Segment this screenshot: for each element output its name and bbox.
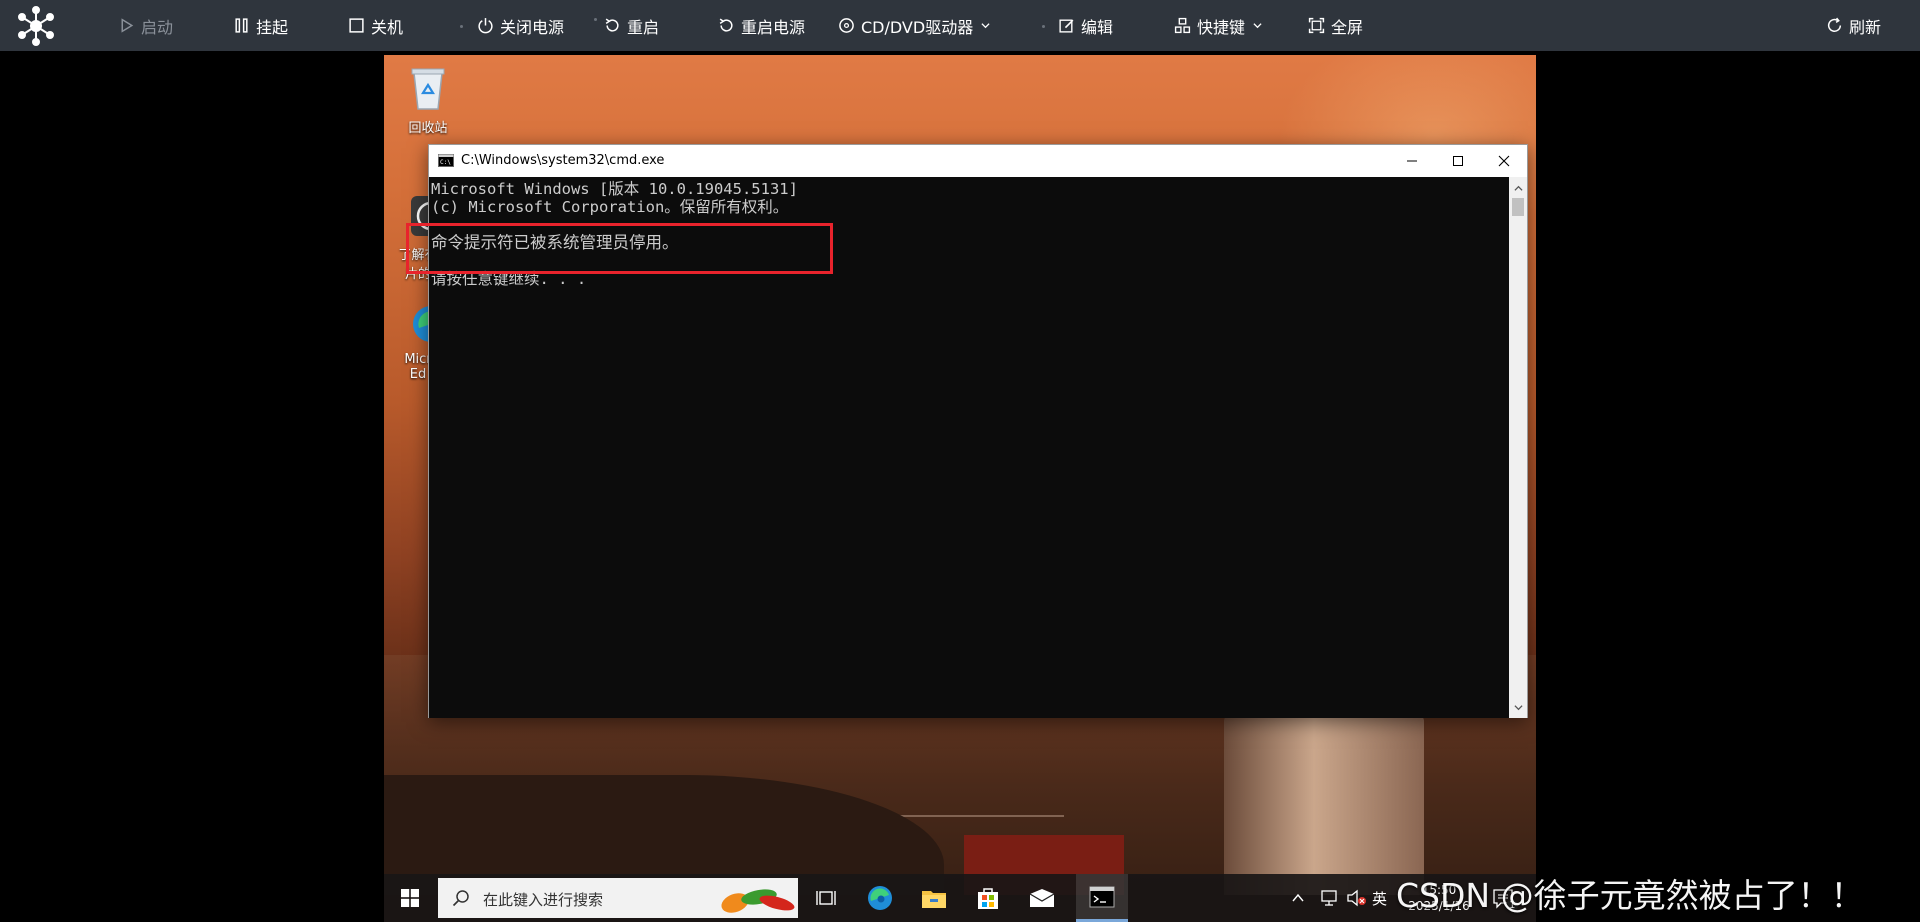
toolbar-separator xyxy=(460,25,463,28)
console-line: (c) Microsoft Corporation。保留所有权利。 xyxy=(431,198,789,216)
recycle-bin-icon xyxy=(411,68,445,110)
square-icon xyxy=(349,18,364,33)
edge-icon xyxy=(868,886,892,910)
close-icon xyxy=(1498,155,1510,167)
tray-ime-indicator[interactable]: 英 xyxy=(1372,874,1387,922)
remote-desktop-screen[interactable]: 回收站 了解有 片的 Micr Ed C:\ C:\Windows\system… xyxy=(384,55,1536,922)
start-vm-button[interactable]: 启动 xyxy=(118,0,173,51)
cmd-window-icon: C:\ xyxy=(438,154,454,167)
taskbar-search-box[interactable]: 在此键入进行搜索 xyxy=(438,878,798,918)
power-cycle-button[interactable]: 重启电源 xyxy=(718,0,805,51)
scroll-down-button[interactable] xyxy=(1509,698,1527,716)
shutdown-label: 关机 xyxy=(371,17,404,37)
shutdown-button[interactable]: 关机 xyxy=(348,0,403,51)
minimize-icon xyxy=(1407,160,1417,162)
scroll-thumb[interactable] xyxy=(1512,198,1524,216)
shortcut-icon xyxy=(1174,17,1191,34)
microsoft-store-icon xyxy=(978,888,998,909)
taskbar-file-explorer-button[interactable] xyxy=(908,874,960,922)
mail-icon xyxy=(1029,889,1055,907)
refresh-label: 刷新 xyxy=(1849,17,1882,37)
scroll-up-button[interactable] xyxy=(1509,179,1527,197)
edit-button[interactable]: 编辑 xyxy=(1058,0,1113,51)
minimize-button[interactable] xyxy=(1389,145,1435,177)
windows-logo-icon xyxy=(401,889,419,907)
toolbar-separator xyxy=(1042,25,1045,28)
close-button[interactable] xyxy=(1481,145,1527,177)
refresh-button[interactable]: 刷新 xyxy=(1826,0,1881,51)
search-icon xyxy=(452,890,469,907)
shortcut-keys-menu[interactable]: 快捷键 xyxy=(1174,0,1262,51)
power-off-button[interactable]: 关闭电源 xyxy=(477,0,564,51)
edit-label: 编辑 xyxy=(1081,17,1114,37)
pause-icon xyxy=(235,18,248,33)
start-vm-label: 启动 xyxy=(141,17,174,37)
taskbar-store-button[interactable] xyxy=(962,874,1014,922)
file-explorer-icon xyxy=(922,891,946,908)
restart-icon xyxy=(605,18,619,32)
power-cycle-label: 重启电源 xyxy=(741,17,806,37)
shortcut-keys-label: 快捷键 xyxy=(1197,17,1246,37)
restart-button[interactable]: 重启 xyxy=(604,0,659,51)
tray-network-button[interactable] xyxy=(1320,874,1340,922)
chevron-down-icon xyxy=(981,23,990,29)
task-view-icon xyxy=(816,891,836,905)
volume-muted-icon xyxy=(1347,889,1366,907)
svg-text:C:\: C:\ xyxy=(440,159,451,166)
maximize-icon xyxy=(1453,156,1463,166)
console-line: Microsoft Windows [版本 10.0.19045.5131] xyxy=(431,180,798,198)
cd-dvd-drive-label: CD/DVD驱动器 xyxy=(861,17,974,37)
disc-icon xyxy=(839,18,854,33)
fullscreen-label: 全屏 xyxy=(1331,17,1364,37)
cmd-vertical-scrollbar[interactable] xyxy=(1509,177,1527,718)
power-icon xyxy=(478,18,493,34)
suspend-label: 挂起 xyxy=(256,17,289,37)
cmd-icon xyxy=(1089,886,1115,907)
refresh-icon xyxy=(1827,17,1842,32)
fullscreen-icon xyxy=(1308,17,1325,34)
annotation-highlight-box xyxy=(406,223,833,274)
taskbar-cmd-button[interactable] xyxy=(1076,874,1128,922)
search-highlight-peppers-icon xyxy=(721,889,795,913)
fullscreen-button[interactable]: 全屏 xyxy=(1308,0,1363,51)
chevron-up-icon xyxy=(1513,185,1523,191)
edit-icon xyxy=(1059,19,1074,33)
windows-taskbar: 在此键入进行搜索 英 15:50 2025/1/16 1 xyxy=(384,874,1536,922)
taskbar-mail-button[interactable] xyxy=(1016,874,1068,922)
remote-console-page: 启动 挂起 关机 关闭电源 重启 重启电源 CD/DVD驱动器 编辑 快捷键 全… xyxy=(0,0,1920,922)
cmd-window-title: C:\Windows\system32\cmd.exe xyxy=(461,153,665,168)
search-placeholder: 在此键入进行搜索 xyxy=(483,891,604,909)
chevron-down-icon xyxy=(1513,704,1523,710)
desktop-icon-label: 回收站 xyxy=(408,121,448,136)
chevron-up-icon xyxy=(1292,893,1304,902)
app-logo-icon[interactable] xyxy=(14,4,58,48)
suspend-button[interactable]: 挂起 xyxy=(233,0,288,51)
desktop-icon-recycle-bin[interactable]: 回收站 xyxy=(386,63,470,136)
maximize-button[interactable] xyxy=(1435,145,1481,177)
network-icon xyxy=(1321,890,1337,906)
csdn-watermark: CSDN @徐子元竟然被占了！！ xyxy=(1396,876,1864,915)
chevron-down-icon xyxy=(1253,23,1262,29)
cd-dvd-drive-menu[interactable]: CD/DVD驱动器 xyxy=(838,0,990,51)
restart-label: 重启 xyxy=(627,17,660,37)
power-cycle-icon xyxy=(719,18,733,32)
toolbar-separator xyxy=(594,18,597,21)
console-toolbar: 启动 挂起 关机 关闭电源 重启 重启电源 CD/DVD驱动器 编辑 快捷键 全… xyxy=(0,0,1920,51)
task-view-button[interactable] xyxy=(800,874,852,922)
wallpaper-lighthouse xyxy=(1224,715,1424,895)
power-off-label: 关闭电源 xyxy=(500,17,565,37)
play-icon xyxy=(121,18,134,33)
ime-label: 英 xyxy=(1372,889,1388,908)
taskbar-edge-button[interactable] xyxy=(854,874,906,922)
tray-overflow-button[interactable] xyxy=(1292,874,1304,922)
start-button[interactable] xyxy=(384,874,436,922)
cmd-title-bar[interactable]: C:\ C:\Windows\system32\cmd.exe xyxy=(429,145,1527,177)
tray-volume-button[interactable] xyxy=(1346,874,1368,922)
